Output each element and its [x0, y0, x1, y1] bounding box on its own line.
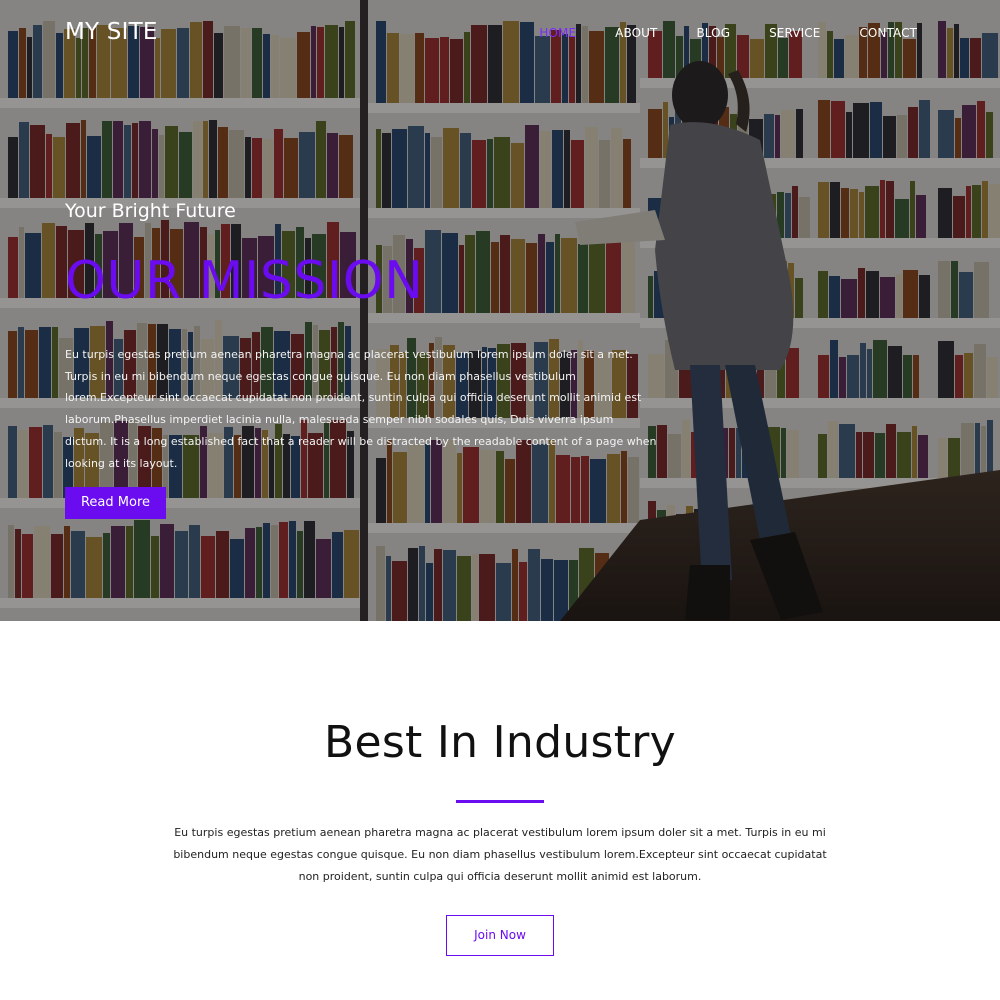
main-nav: HOME ABOUT BLOG SERVICE CONTACT	[500, 26, 917, 40]
nav-blog[interactable]: BLOG	[696, 26, 730, 40]
nav-home[interactable]: HOME	[539, 26, 576, 40]
top-navbar: MY SITE HOME ABOUT BLOG SERVICE CONTACT	[0, 0, 1000, 70]
title-divider	[456, 800, 544, 803]
hero-subtitle: Your Bright Future	[65, 200, 236, 222]
section-title: Best In Industry	[323, 717, 677, 768]
join-now-button[interactable]: Join Now	[446, 915, 554, 956]
industry-section: Best In Industry Eu turpis egestas preti…	[0, 621, 1000, 1000]
hero-content: Your Bright Future OUR MISSION Eu turpis…	[65, 196, 665, 520]
hero-paragraph: Eu turpis egestas pretium aenean pharetr…	[65, 348, 657, 470]
nav-service[interactable]: SERVICE	[769, 26, 820, 40]
read-more-button[interactable]: Read More	[65, 487, 166, 520]
hero-title: OUR MISSION	[65, 251, 424, 311]
section-paragraph: Eu turpis egestas pretium aenean pharetr…	[173, 826, 827, 883]
site-logo[interactable]: MY SITE	[65, 19, 158, 45]
hero-section: MY SITE HOME ABOUT BLOG SERVICE CONTACT …	[0, 0, 1000, 621]
nav-about[interactable]: ABOUT	[615, 26, 657, 40]
nav-contact[interactable]: CONTACT	[859, 26, 917, 40]
